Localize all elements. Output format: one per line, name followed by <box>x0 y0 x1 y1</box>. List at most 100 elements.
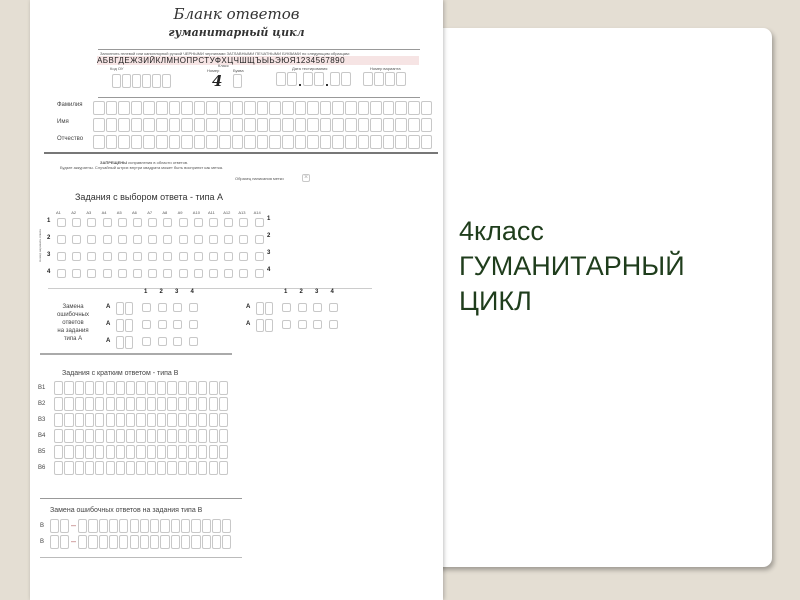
name-letter-box <box>105 101 118 115</box>
answer-checkbox[interactable] <box>193 235 203 244</box>
answer-checkbox[interactable] <box>193 218 203 227</box>
answer-checkbox[interactable] <box>224 269 234 278</box>
variant-box <box>385 72 395 86</box>
answer-checkbox[interactable] <box>209 218 218 227</box>
name-letter-box <box>219 101 231 115</box>
answer-checkbox[interactable] <box>254 252 264 261</box>
answer-checkbox[interactable] <box>148 218 158 227</box>
short-answer-box <box>167 461 177 475</box>
short-answer-box <box>146 445 156 459</box>
short-answer-box <box>150 519 160 533</box>
replace-b-letter: B <box>40 523 45 529</box>
answer-checkbox[interactable] <box>72 269 82 278</box>
answer-checkbox[interactable] <box>148 269 158 278</box>
slide-heading-class: 4класс <box>459 216 544 246</box>
short-answer-box <box>208 461 218 475</box>
patronymic-label: Отчество <box>57 136 84 142</box>
answer-checkbox[interactable] <box>57 235 66 244</box>
answer-checkbox[interactable] <box>87 252 97 261</box>
answer-checkbox[interactable] <box>178 269 188 278</box>
short-answer-box <box>129 535 139 549</box>
answer-checkbox[interactable] <box>254 235 264 244</box>
short-answer-box <box>187 461 198 475</box>
answer-checkbox[interactable] <box>178 218 188 227</box>
answer-checkbox[interactable] <box>239 235 249 244</box>
answer-checkbox[interactable] <box>224 218 234 227</box>
answer-checkbox[interactable] <box>209 252 218 261</box>
answer-checkbox[interactable] <box>87 269 97 278</box>
date-box <box>303 72 313 86</box>
short-answer-box <box>218 445 229 459</box>
answer-checkbox[interactable] <box>163 269 173 278</box>
row-label-b3: B3 <box>38 417 46 423</box>
answer-checkbox[interactable] <box>133 218 142 227</box>
name-letter-box <box>143 101 155 115</box>
short-answer-box <box>126 461 136 475</box>
answer-checkbox[interactable] <box>117 218 127 227</box>
answer-checkbox[interactable] <box>209 269 218 278</box>
answer-checkbox[interactable] <box>72 218 82 227</box>
column-label-a6: A6 <box>132 210 137 215</box>
answer-checkbox[interactable] <box>87 218 97 227</box>
divider <box>40 557 242 558</box>
name-letter-box <box>206 118 218 132</box>
answer-checkbox[interactable] <box>57 218 66 227</box>
answer-checkbox[interactable] <box>254 269 264 278</box>
answer-checkbox[interactable] <box>72 252 82 261</box>
short-answer-box <box>222 535 232 549</box>
answer-checkbox[interactable] <box>117 235 127 244</box>
short-answer-box <box>95 445 105 459</box>
answer-checkbox[interactable] <box>148 235 158 244</box>
task-number-box <box>60 535 70 549</box>
name-letter-box <box>294 101 307 115</box>
task-number-box <box>116 336 124 349</box>
school-code-box <box>162 74 171 88</box>
answer-checkbox[interactable] <box>87 235 97 244</box>
name-letter-box <box>219 135 231 149</box>
short-answer-box <box>139 535 150 549</box>
answer-checkbox[interactable] <box>163 235 173 244</box>
slide-heading-cycle: ЦИКЛ <box>459 286 532 316</box>
answer-checkbox[interactable] <box>72 235 82 244</box>
answer-checkbox[interactable] <box>178 252 188 261</box>
answer-checkbox[interactable] <box>117 269 127 278</box>
row-number-right: 3 <box>267 250 271 256</box>
date-box <box>287 72 297 86</box>
answer-checkbox[interactable] <box>254 218 264 227</box>
answer-checkbox[interactable] <box>133 252 142 261</box>
name-letter-box <box>244 118 256 132</box>
short-answer-box <box>136 445 146 459</box>
answer-checkbox[interactable] <box>224 235 234 244</box>
answer-checkbox[interactable] <box>102 235 112 244</box>
short-answer-box <box>177 461 187 475</box>
short-answer-box <box>167 413 177 427</box>
answer-checkbox[interactable] <box>102 218 112 227</box>
short-answer-box <box>157 461 167 475</box>
answer-checkbox[interactable] <box>117 252 127 261</box>
name-letter-box <box>319 135 332 149</box>
variant-label: Номер варианта <box>370 66 401 71</box>
answer-checkbox[interactable] <box>163 252 173 261</box>
name-letter-box <box>93 135 105 149</box>
short-answer-box <box>211 519 222 533</box>
answer-checkbox[interactable] <box>133 269 142 278</box>
answer-checkbox[interactable] <box>57 252 66 261</box>
answer-checkbox[interactable] <box>239 269 249 278</box>
answer-checkbox[interactable] <box>224 252 234 261</box>
answer-checkbox[interactable] <box>148 252 158 261</box>
answer-checkbox[interactable] <box>193 252 203 261</box>
answer-checkbox[interactable] <box>239 218 249 227</box>
answer-checkbox[interactable] <box>193 269 203 278</box>
short-answer-box <box>167 445 177 459</box>
answer-checkbox[interactable] <box>102 252 112 261</box>
short-answer-box <box>146 413 156 427</box>
answer-checkbox[interactable] <box>163 218 173 227</box>
answer-checkbox[interactable] <box>133 235 142 244</box>
short-answer-box <box>187 445 198 459</box>
replace-b-title: Замена ошибочных ответов на задания типа… <box>50 507 203 514</box>
answer-checkbox[interactable] <box>209 235 218 244</box>
answer-checkbox[interactable] <box>178 235 188 244</box>
answer-checkbox[interactable] <box>239 252 249 261</box>
answer-checkbox[interactable] <box>102 269 112 278</box>
answer-checkbox[interactable] <box>57 269 66 278</box>
